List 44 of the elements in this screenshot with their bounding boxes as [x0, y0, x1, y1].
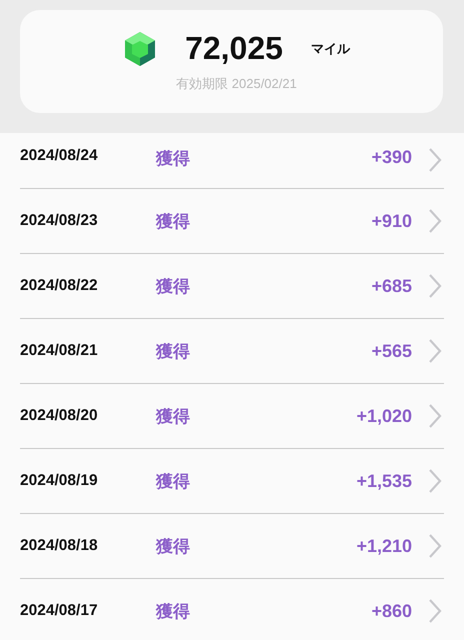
type-text: 獲得 — [156, 340, 191, 362]
history-row[interactable]: 2024/08/19 獲得 +1,535 — [20, 449, 444, 514]
type-text: 獲得 — [156, 276, 191, 298]
date-text: 2024/08/19 — [20, 472, 99, 490]
date-text: 2024/08/24 — [20, 147, 99, 165]
type-text: 獲得 — [156, 210, 191, 232]
chevron-icon — [428, 403, 442, 429]
expiry-date: 有効期限 2025/02/21 — [176, 75, 297, 93]
chevron-icon — [428, 533, 442, 559]
type-text: 獲得 — [156, 536, 191, 558]
type-text: 獲得 — [156, 470, 191, 492]
type-text: 獲得 — [156, 148, 191, 170]
history-row[interactable]: 2024/08/21 獲得 +565 — [20, 319, 444, 384]
date-text: 2024/08/18 — [20, 537, 99, 555]
history-row[interactable]: 2024/08/18 獲得 +1,210 — [20, 514, 444, 579]
chevron-icon — [428, 208, 442, 234]
mile-balance: 72,025 — [185, 30, 283, 67]
chevron-icon — [428, 468, 442, 494]
history-row[interactable]: 2024/08/20 獲得 +1,020 — [20, 384, 444, 449]
amount-text: +1,210 — [356, 536, 412, 556]
chevron-icon — [428, 273, 442, 299]
gem-icon — [123, 30, 158, 66]
chevron-icon — [428, 338, 442, 364]
chevron-icon — [428, 147, 442, 173]
amount-text: +390 — [371, 147, 412, 168]
history-row[interactable]: 2024/08/23 獲得 +910 — [20, 189, 444, 254]
date-text: 2024/08/20 — [20, 407, 99, 425]
amount-text: +565 — [371, 340, 412, 362]
amount-text: +1,020 — [356, 406, 412, 426]
chevron-icon — [428, 598, 442, 624]
amount-text: +910 — [371, 210, 412, 232]
date-text: 2024/08/22 — [20, 277, 99, 295]
date-text: 2024/08/17 — [20, 602, 99, 620]
unit-label: マイル — [310, 40, 350, 58]
history-row[interactable]: 2024/08/24 獲得 +390 — [20, 133, 444, 189]
amount-text: +860 — [371, 600, 412, 622]
history-row[interactable]: 2024/08/22 獲得 +685 — [20, 254, 444, 319]
history-row[interactable]: 2024/08/17 獲得 +860 — [20, 579, 444, 640]
amount-text: +685 — [371, 276, 412, 296]
type-text: 獲得 — [156, 600, 191, 622]
type-text: 獲得 — [156, 406, 191, 428]
date-text: 2024/08/21 — [20, 342, 99, 360]
date-text: 2024/08/23 — [20, 212, 99, 230]
amount-text: +1,535 — [356, 470, 412, 492]
